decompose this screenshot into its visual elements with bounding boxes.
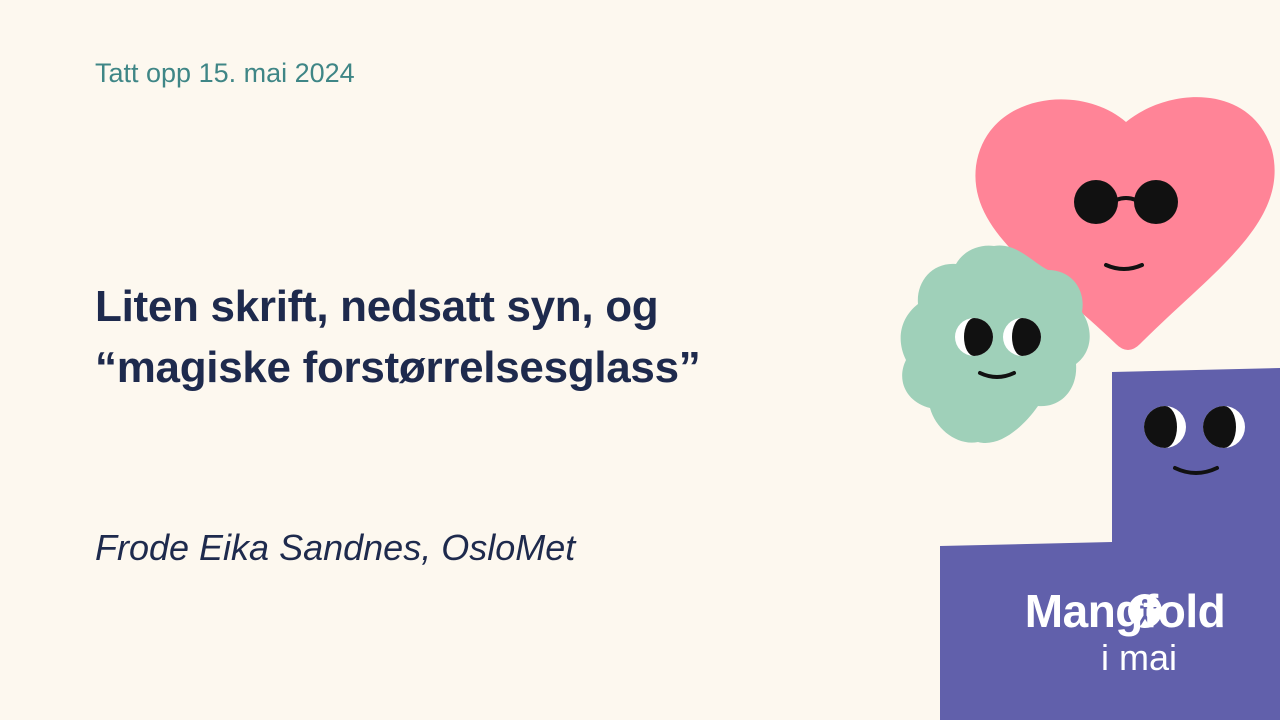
logo-name: Mangfold — [1024, 585, 1226, 637]
logo-subtitle: i mai — [1100, 637, 1177, 678]
event-logo: Mangfold i mai — [940, 583, 1280, 677]
flower-character-icon — [900, 245, 1090, 444]
